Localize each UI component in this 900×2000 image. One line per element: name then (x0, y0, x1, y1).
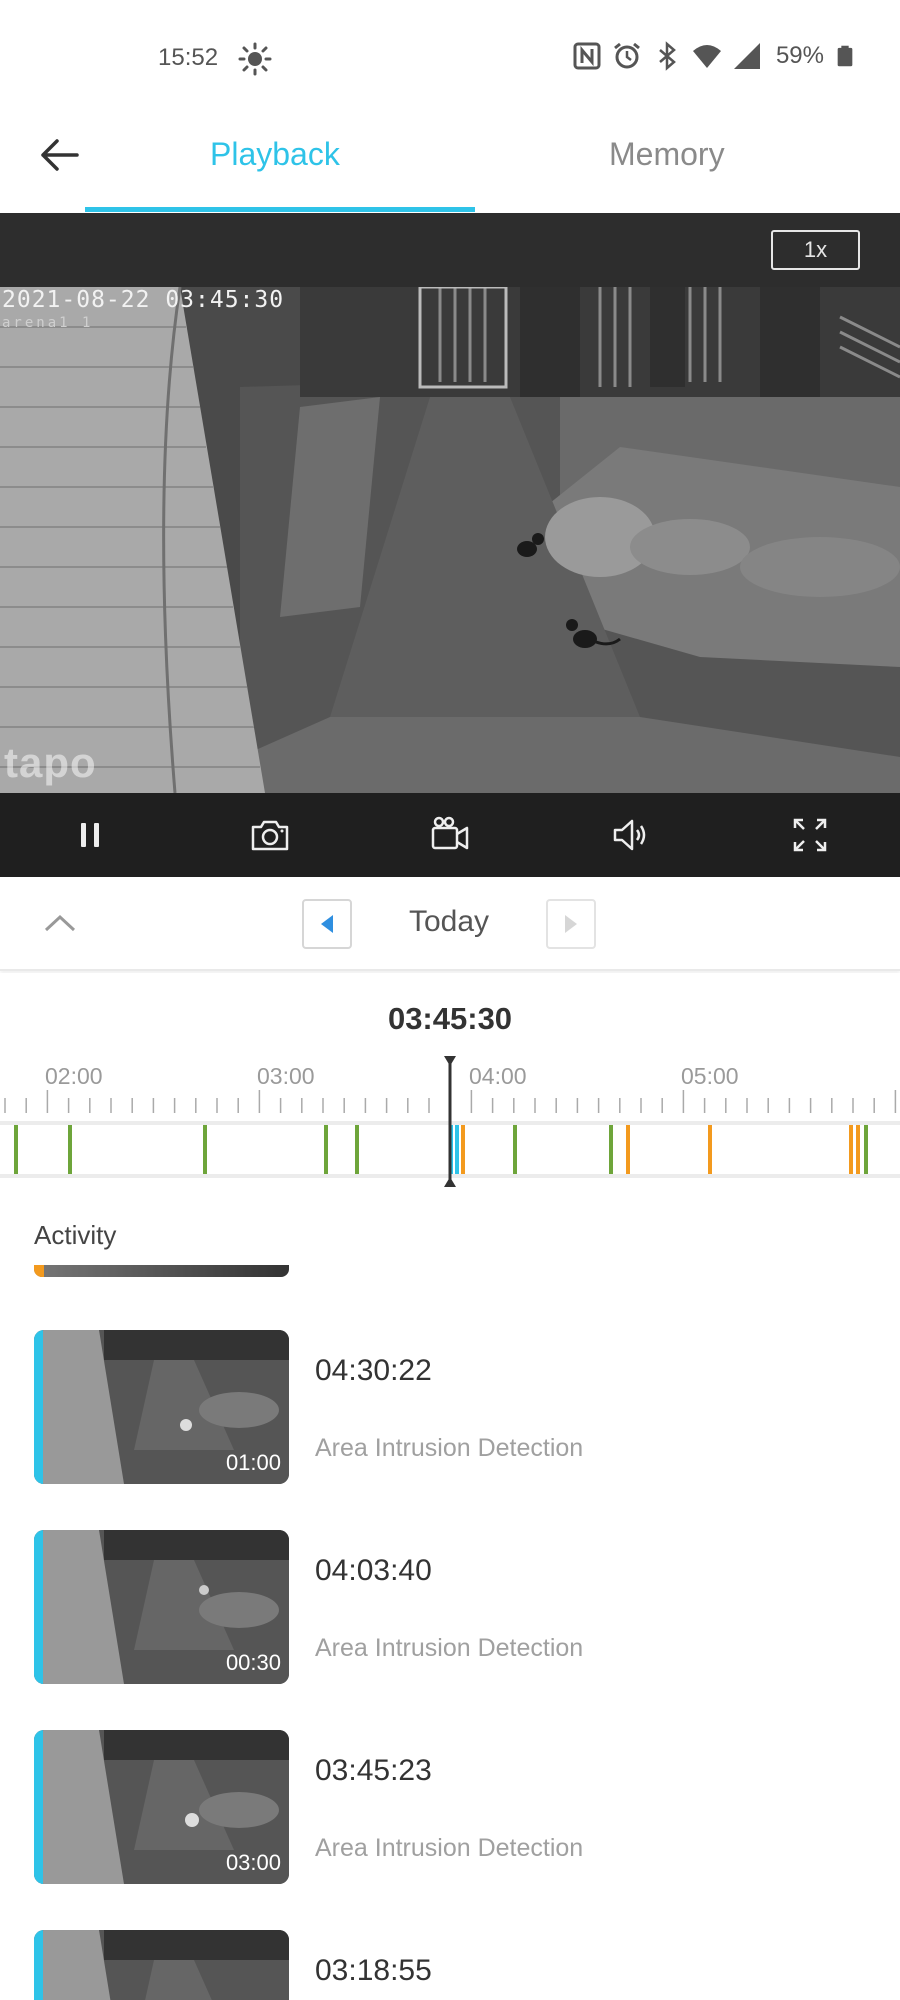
timeline-event-marker (203, 1125, 207, 1174)
collapse-button[interactable] (40, 907, 80, 939)
activity-time: 04:30:22 (315, 1354, 432, 1387)
timeline-event-marker (14, 1125, 18, 1174)
active-tab-indicator (85, 207, 475, 212)
alarm-icon (614, 42, 640, 69)
snapshot-camera-icon (251, 820, 289, 851)
timeline-event-marker (849, 1125, 853, 1174)
timeline-event-marker (513, 1125, 517, 1174)
header: Playback Memory (0, 110, 900, 213)
nfc-icon (573, 42, 601, 70)
activity-list[interactable]: 01:00 04:30:22 Area Intrusion Detection … (0, 1265, 900, 2000)
player-controls (0, 793, 900, 877)
status-time: 15:52 (158, 44, 219, 71)
activity-time: 04:03:40 (315, 1554, 432, 1587)
timeline-event-marker (708, 1125, 712, 1174)
camera-feed-image (0, 287, 900, 793)
activity-item[interactable]: 03:00 03:45:23 Area Intrusion Detection (0, 1730, 900, 1884)
timeline-event-marker (626, 1125, 630, 1174)
selected-indicator (34, 1530, 43, 1684)
thumbnail-image (34, 1930, 289, 2000)
battery-percent: 59% (775, 42, 824, 69)
tab-memory[interactable]: Memory (609, 136, 725, 173)
video-camera-name: arena1 1 (2, 315, 94, 331)
activity-thumbnail[interactable]: 00:30 (34, 1530, 289, 1684)
selected-indicator (34, 1730, 43, 1884)
next-day-button[interactable] (546, 899, 596, 949)
tapo-watermark: tapo (4, 739, 97, 786)
timeline-event-marker (324, 1125, 328, 1174)
back-button[interactable] (34, 130, 84, 180)
activity-heading: Activity (34, 1220, 117, 1250)
clip-duration: 00:30 (225, 1650, 281, 1675)
record-video-icon (431, 816, 469, 850)
activity-time: 03:45:23 (315, 1754, 432, 1787)
audio-button[interactable] (540, 793, 720, 877)
timeline-event-marker (864, 1125, 868, 1174)
speaker-icon (613, 819, 646, 851)
pause-button[interactable] (0, 793, 180, 877)
signal-icon (733, 43, 760, 69)
playback-speed-button[interactable]: 1x (771, 230, 860, 270)
pause-icon (81, 823, 99, 847)
selected-indicator (34, 1930, 43, 2000)
status-bar: 15:52 59% (0, 0, 900, 120)
video-player[interactable]: 2021-08-22 03:45:30 arena1 1 tapo (0, 287, 900, 793)
tab-playback[interactable]: Playback (210, 136, 340, 173)
bluetooth-icon (659, 41, 676, 71)
clip-duration: 01:00 (225, 1450, 281, 1475)
activity-thumbnail[interactable] (34, 1930, 289, 2000)
current-date-label: Today (408, 905, 490, 938)
chevron-left-icon (321, 915, 333, 933)
sun-icon (238, 42, 272, 76)
timeline-event-marker (461, 1125, 465, 1174)
date-navigation: Today (0, 877, 900, 971)
activity-type: Area Intrusion Detection (315, 1834, 584, 1862)
activity-thumbnail[interactable] (34, 1265, 289, 1277)
wifi-icon (692, 45, 721, 68)
activity-time: 03:18:55 (315, 1954, 432, 1987)
status-icons: 59% (572, 40, 856, 72)
activity-item[interactable]: 00:30 04:03:40 Area Intrusion Detection (0, 1530, 900, 1684)
player-top-bar: 1x (0, 213, 900, 287)
activity-type: Area Intrusion Detection (315, 1634, 584, 1662)
playback-timeline[interactable]: 03:45:30 02:00 03:00 04:00 05:00 (0, 973, 900, 1190)
timeline-event-marker (355, 1125, 359, 1174)
selected-indicator (34, 1330, 43, 1484)
fullscreen-button[interactable] (720, 793, 900, 877)
previous-day-button[interactable] (302, 899, 352, 949)
timeline-event-marker (455, 1125, 459, 1174)
record-button[interactable] (360, 793, 540, 877)
activity-thumbnail[interactable]: 03:00 (34, 1730, 289, 1884)
timeline-track (0, 1056, 900, 1187)
activity-type: Area Intrusion Detection (315, 1434, 584, 1462)
chevron-up-icon (44, 914, 76, 932)
fullscreen-icon (793, 818, 827, 852)
timeline-event-marker (609, 1125, 613, 1174)
clip-duration: 03:00 (225, 1850, 281, 1875)
chevron-right-icon (565, 915, 577, 933)
snapshot-button[interactable] (180, 793, 360, 877)
timeline-event-marker (856, 1125, 860, 1174)
battery-icon (837, 45, 853, 67)
activity-item[interactable]: 01:00 04:30:22 Area Intrusion Detection (0, 1330, 900, 1484)
activity-item[interactable]: 03:18:55 (0, 1930, 900, 2000)
arrow-left-icon (41, 139, 79, 171)
activity-thumbnail[interactable]: 01:00 (34, 1330, 289, 1484)
timeline-event-marker (68, 1125, 72, 1174)
video-timestamp: 2021-08-22 03:45:30 (2, 287, 285, 313)
